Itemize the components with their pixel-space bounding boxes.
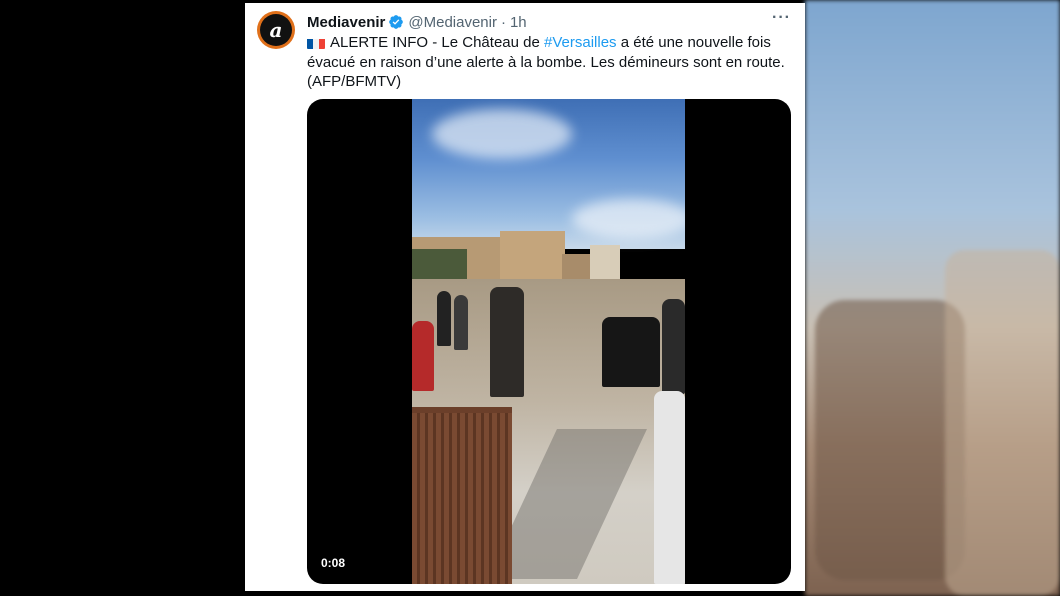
video-person — [662, 299, 685, 394]
timestamp[interactable]: 1h — [510, 14, 527, 31]
video-person — [437, 291, 451, 346]
video-player[interactable]: 0:08 — [307, 99, 791, 584]
tweet-text: ALERTE INFO - Le Château de #Versailles … — [307, 33, 787, 92]
video-cloud — [432, 109, 572, 159]
avatar-logo: a — [260, 14, 292, 46]
video-person — [454, 295, 468, 350]
user-handle[interactable]: @Mediavenir — [408, 14, 497, 31]
video-building — [590, 245, 620, 282]
video-person — [412, 321, 434, 391]
video-cloud — [572, 199, 685, 239]
video-building — [562, 254, 592, 282]
video-person — [654, 391, 685, 584]
background-blur-shape — [815, 300, 965, 580]
france-flag-icon — [307, 37, 325, 49]
tweet-header: Mediavenir @Mediavenir · 1h — [307, 11, 527, 33]
hashtag-link[interactable]: #Versailles — [544, 34, 617, 51]
tweet-card[interactable]: a Mediavenir @Mediavenir · 1h ··· ALERTE… — [245, 3, 805, 591]
video-person — [490, 287, 524, 397]
display-name[interactable]: Mediavenir — [307, 14, 385, 31]
tweet-text-part: ALERTE INFO - Le Château de — [330, 34, 544, 51]
video-person — [602, 317, 660, 387]
video-frame[interactable] — [412, 99, 685, 584]
video-trash-bin — [412, 407, 512, 584]
video-building — [500, 231, 565, 282]
more-options-icon[interactable]: ··· — [772, 9, 791, 27]
video-duration: 0:08 — [321, 556, 346, 570]
avatar[interactable]: a — [257, 11, 295, 49]
separator-dot: · — [500, 13, 506, 31]
background-blur-shape — [945, 250, 1060, 596]
verified-badge-icon[interactable] — [388, 14, 404, 30]
background-blurred-image — [805, 0, 1060, 596]
